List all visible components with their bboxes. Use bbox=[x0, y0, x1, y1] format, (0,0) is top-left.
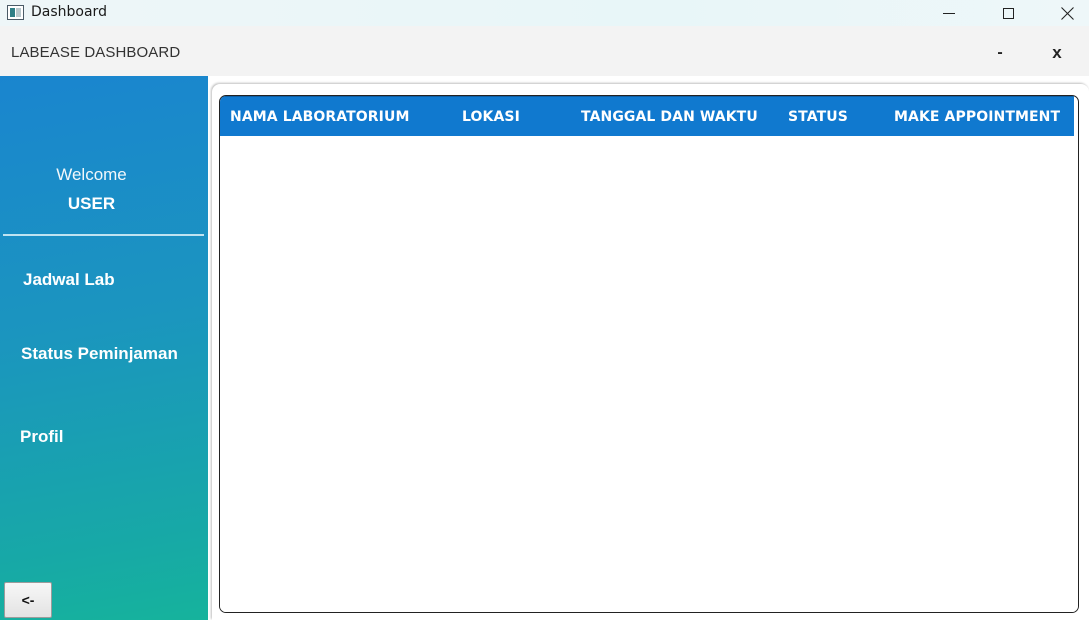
window-titlebar: Dashboard bbox=[0, 0, 1089, 26]
app-window-icon bbox=[7, 5, 24, 20]
sidebar-item-profil[interactable]: Profil bbox=[0, 422, 208, 452]
back-button[interactable]: <- bbox=[4, 582, 52, 618]
app-header: LABEASE DASHBOARD - x bbox=[0, 26, 1089, 76]
sidebar-item-status-peminjaman[interactable]: Status Peminjaman bbox=[0, 339, 208, 369]
welcome-label: Welcome bbox=[56, 165, 127, 184]
table-header: NAMA LABORATORIUM LOKASI TANGGAL DAN WAK… bbox=[220, 96, 1074, 136]
user-name: USER bbox=[67, 194, 116, 213]
column-header-lokasi[interactable]: LOKASI bbox=[462, 109, 520, 125]
minimize-icon bbox=[943, 12, 955, 14]
column-header-nama-laboratorium[interactable]: NAMA LABORATORIUM bbox=[230, 109, 410, 125]
table-body[interactable] bbox=[220, 136, 1078, 612]
column-header-status[interactable]: STATUS bbox=[788, 109, 848, 125]
window-title: Dashboard bbox=[31, 4, 107, 20]
sidebar: Welcome USER Jadwal Lab Status Peminjama… bbox=[0, 76, 208, 620]
app-close-button[interactable]: x bbox=[1037, 36, 1077, 70]
sidebar-divider bbox=[3, 234, 204, 236]
close-icon bbox=[1060, 6, 1074, 20]
window-minimize-button[interactable] bbox=[920, 0, 978, 26]
app-minimize-button[interactable]: - bbox=[980, 36, 1020, 70]
app-title: LABEASE DASHBOARD bbox=[11, 44, 181, 61]
column-header-make-appointment[interactable]: MAKE APPOINTMENT bbox=[894, 109, 1060, 125]
window-close-button[interactable] bbox=[1038, 0, 1089, 26]
appointment-table: NAMA LABORATORIUM LOKASI TANGGAL DAN WAK… bbox=[219, 95, 1079, 613]
sidebar-item-jadwal-lab[interactable]: Jadwal Lab bbox=[0, 265, 208, 295]
window-maximize-button[interactable] bbox=[979, 0, 1037, 26]
maximize-icon bbox=[1002, 7, 1014, 19]
column-header-tanggal-dan-waktu[interactable]: TANGGAL DAN WAKTU bbox=[581, 109, 758, 125]
